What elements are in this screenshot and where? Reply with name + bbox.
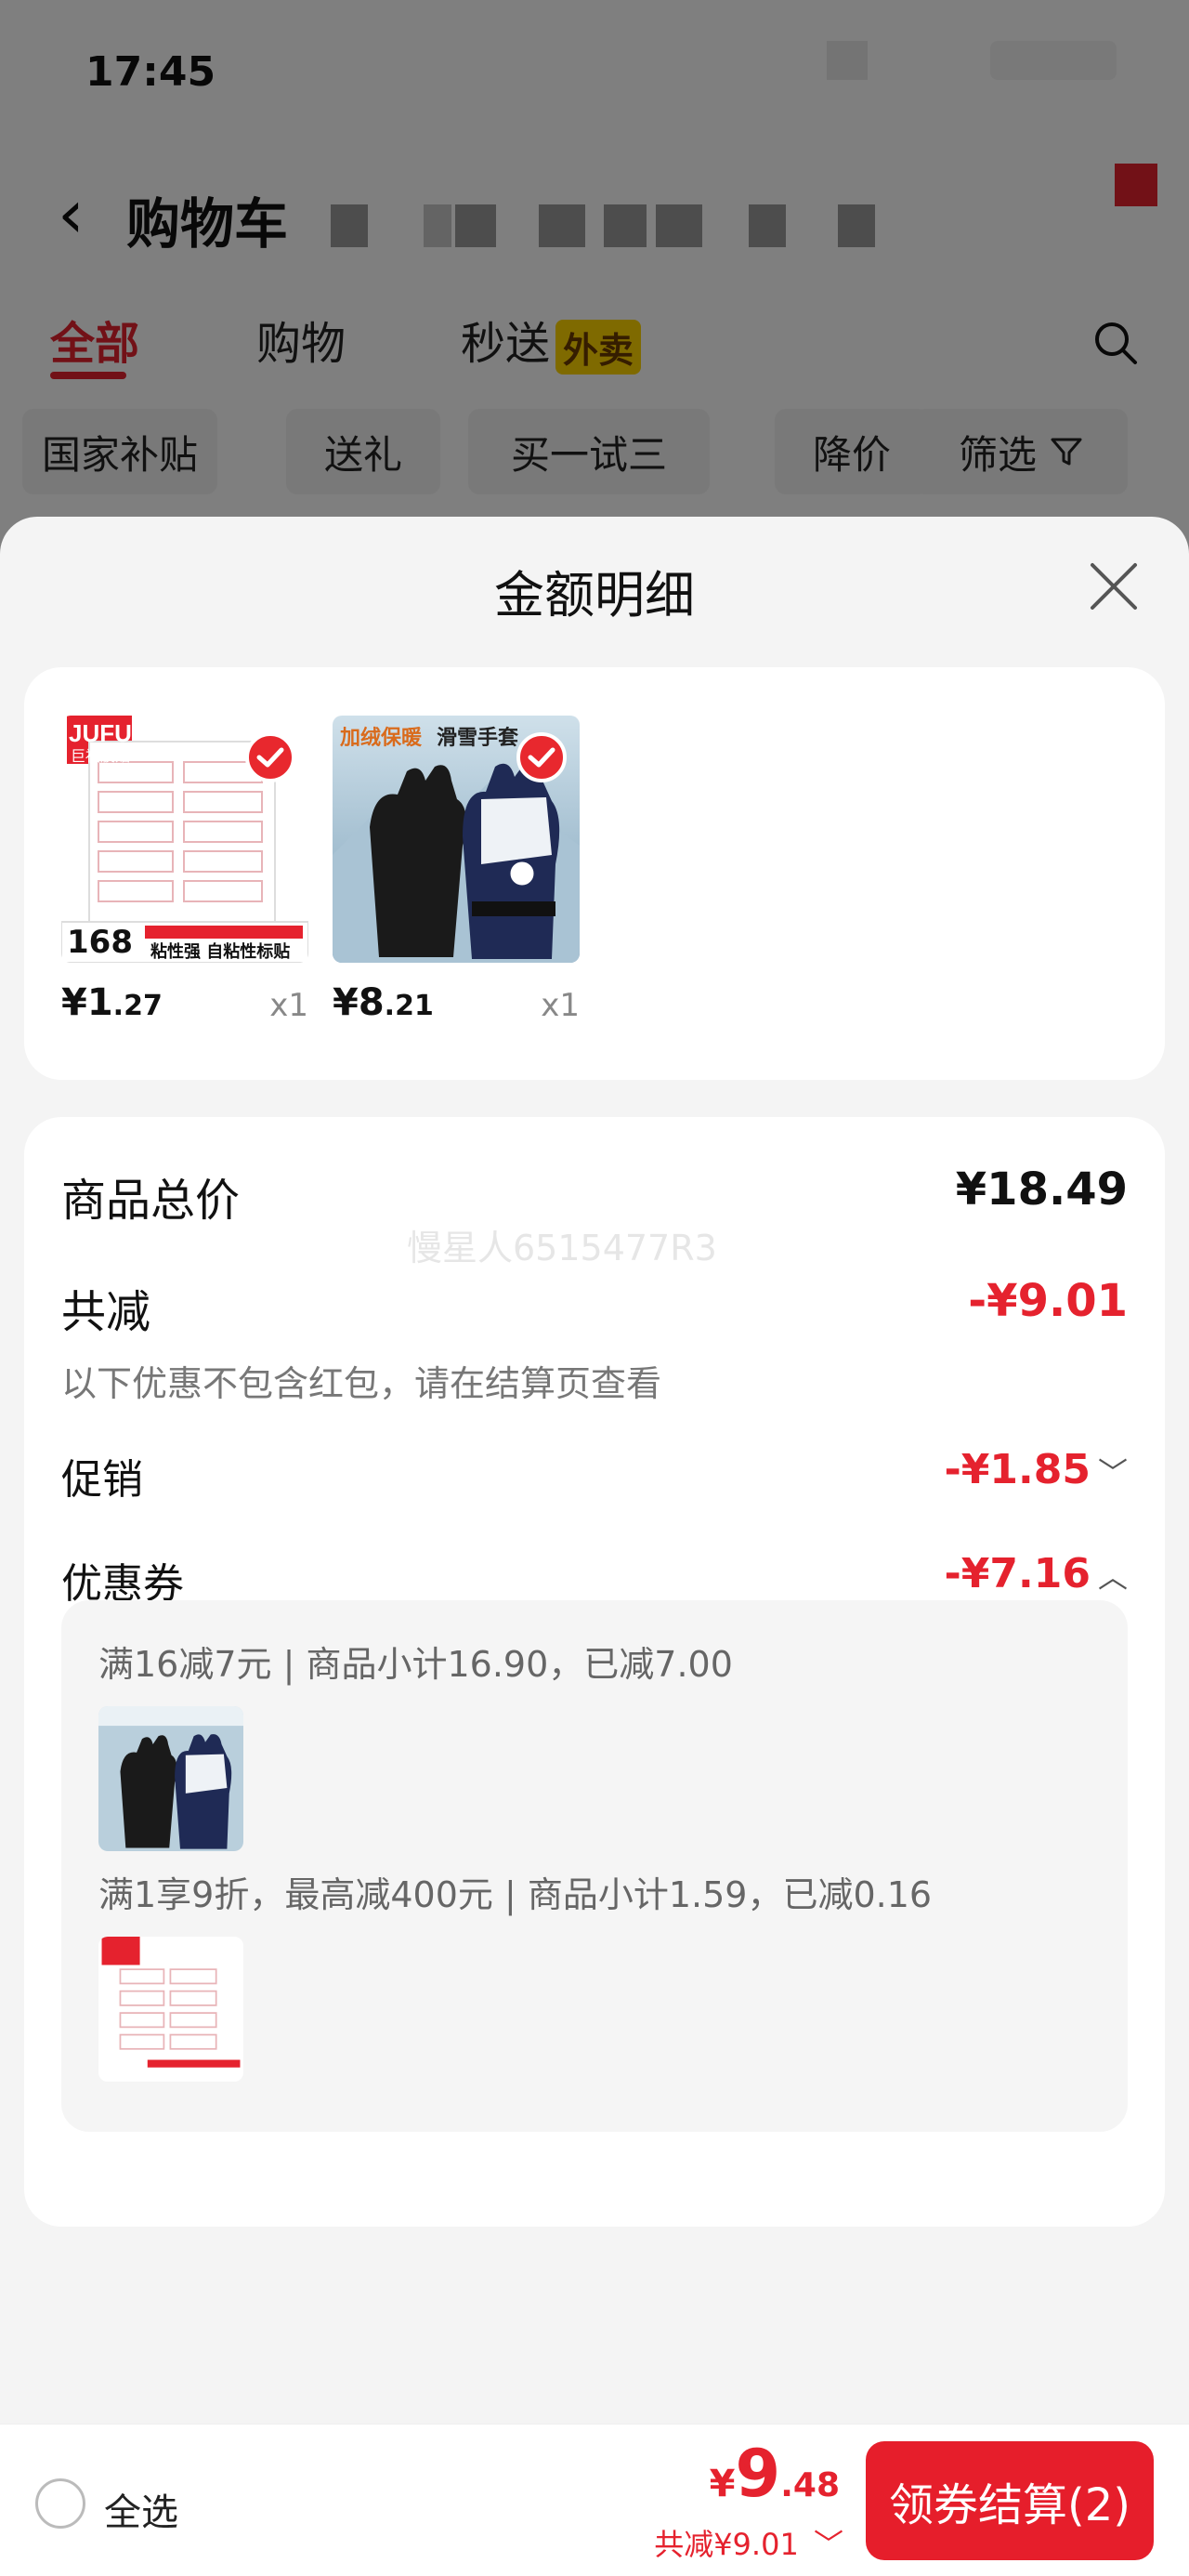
saved-amount-toggle[interactable]: 共减¥9.01 ﹀ <box>654 2521 843 2564</box>
coupon-details: 满16减7元 | 商品小计16.90，已减7.00 满1享9折，最高减400元 … <box>61 1600 1128 2132</box>
total-dec: .48 <box>780 2466 840 2504</box>
price-int: ¥8 <box>333 981 385 1024</box>
discount-label: 共减 <box>61 1286 151 1338</box>
promo-label: 促销 <box>61 1456 143 1504</box>
total-int: 9 <box>735 2436 781 2512</box>
close-icon[interactable] <box>1085 558 1143 615</box>
discount-value: -¥9.01 <box>968 1275 1128 1327</box>
price-int: ¥1 <box>61 981 113 1024</box>
promo-value: -¥1.85 <box>944 1446 1091 1493</box>
coupon-rule: 满16减7元 | 商品小计16.90，已减7.00 <box>98 1644 733 1685</box>
chevron-up-icon: ︿ <box>1097 1559 1128 1595</box>
total-payable: ¥9.48 <box>710 2436 840 2512</box>
product-qty: x1 <box>541 987 580 1024</box>
gloves-image: 加绒保暖 滑雪手套 <box>333 716 580 963</box>
labels-thumb-illustration <box>98 1937 243 2082</box>
promo-row-toggle[interactable]: -¥1.85 ﹀ <box>945 1446 1128 1493</box>
saved-amount: 共减¥9.01 <box>654 2527 799 2562</box>
currency-symbol: ¥ <box>709 2463 736 2505</box>
product-list-card: JUFU 巨福胶贴 168 粘性强 自粘性标贴 ¥1.27 x1 加绒保暖 滑雪… <box>24 667 1165 1080</box>
gloves-title-a: 加绒保暖 <box>340 727 423 750</box>
chevron-down-icon: ﹀ <box>1097 1455 1128 1491</box>
pack-count: 168 <box>67 924 133 961</box>
coupon-value: -¥7.16 <box>944 1550 1091 1597</box>
total-price-label: 商品总价 <box>61 1175 241 1227</box>
total-price-value: ¥18.49 <box>955 1163 1128 1216</box>
coupon-row-toggle[interactable]: -¥7.16 ︿ <box>945 1550 1128 1597</box>
selected-check-icon[interactable] <box>245 732 295 782</box>
sheet-title: 金额明细 <box>494 566 695 624</box>
product-price: ¥1.27 <box>61 981 163 1024</box>
label-sticker-image: JUFU 巨福胶贴 168 粘性强 自粘性标贴 <box>61 716 308 963</box>
checkout-button[interactable]: 领券结算(2) <box>866 2441 1154 2560</box>
price-dec: .27 <box>112 990 163 1022</box>
amount-detail-sheet: 金额明细 JUFU 巨福胶贴 168 粘性强 自粘性标贴 ¥1.27 x1 加绒… <box>0 517 1189 2576</box>
pack-tags: 粘性强 自粘性标贴 <box>150 942 291 962</box>
price-dec: .21 <box>384 990 434 1022</box>
chevron-down-icon: ﹀ <box>813 2527 843 2562</box>
watermark: 慢星人6515477R3 <box>407 1228 717 1268</box>
price-summary-card: 商品总价 ¥18.49 慢星人6515477R3 共减 -¥9.01 以下优惠不… <box>24 1117 1165 2227</box>
coupon-rule: 满1享9折，最高减400元 | 商品小计1.59，已减0.16 <box>98 1874 933 1915</box>
discount-note: 以下优惠不包含红包，请在结算页查看 <box>61 1363 662 1404</box>
product-price: ¥8.21 <box>333 981 434 1024</box>
modal-overlay[interactable] <box>0 0 1189 576</box>
select-all-radio[interactable] <box>35 2478 85 2529</box>
gloves-title-b: 滑雪手套 <box>437 727 519 750</box>
product-qty: x1 <box>269 987 308 1024</box>
checkout-bar: 全选 ¥9.48 共减¥9.01 ﹀ 领券结算(2) <box>0 2424 1189 2576</box>
select-all-label[interactable]: 全选 <box>104 2482 178 2536</box>
brand-sub-text: 巨福胶贴 <box>71 747 131 765</box>
coupon-product-thumb-labels <box>98 1937 243 2082</box>
gloves-thumb-illustration <box>98 1706 243 1851</box>
coupon-product-thumb-gloves <box>98 1706 243 1851</box>
selected-check-icon[interactable] <box>516 732 567 782</box>
